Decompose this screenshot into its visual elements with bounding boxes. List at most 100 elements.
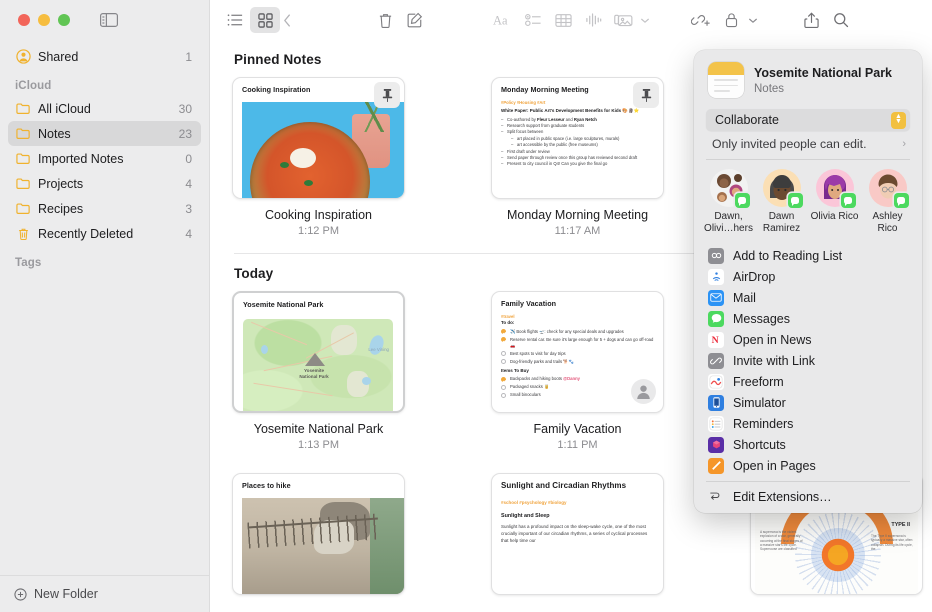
note-body: Sunlight has a profound impact on the sl… [501, 524, 656, 544]
avatar[interactable] [710, 169, 748, 207]
checklist-button[interactable] [518, 7, 548, 33]
checklist-item[interactable]: Best spots to visit for day trips [501, 351, 656, 357]
note-card[interactable]: Family Vacation #travel To do: ✈️ Book f… [491, 291, 664, 413]
checkbox-unchecked[interactable] [501, 359, 506, 364]
back-button[interactable] [280, 7, 294, 33]
note-item-cooking-inspiration[interactable]: Cooking Inspiration [232, 77, 405, 237]
note-label: Yosemite National Park [232, 422, 405, 436]
checkbox-checked[interactable] [501, 337, 506, 342]
map-town-label: Lee Vining [368, 347, 389, 352]
messages-badge-icon [894, 193, 909, 208]
note-item-sunlight-circadian-rhythms[interactable]: Sunlight and Circadian Rhythms #school #… [491, 473, 664, 595]
checklist-label: Packaged snacks 🥫 [510, 384, 549, 390]
gallery-view-button[interactable] [250, 7, 280, 33]
avatar[interactable] [763, 169, 801, 207]
sidebar-item-recently-deleted[interactable]: Recently Deleted 4 [8, 221, 201, 246]
note-time: 11:17 AM [491, 225, 664, 237]
share-document-header: Yosemite National Park Notes [694, 62, 922, 109]
checklist-item[interactable]: ✈️ Book flights 🛫: check for any special… [501, 329, 656, 335]
checkbox-checked[interactable] [501, 377, 506, 382]
sidebar-item-recipes[interactable]: Recipes 3 [8, 196, 201, 221]
share-item-mail[interactable]: Mail [694, 287, 922, 308]
share-person[interactable]: Dawn Ramirez [756, 169, 808, 235]
folder-icon [15, 201, 31, 217]
checklist-item[interactable]: Backpacks and hiking boots @Danny [501, 376, 656, 382]
checkbox-unchecked[interactable] [501, 393, 506, 398]
media-button[interactable] [608, 7, 638, 33]
sidebar-item-notes[interactable]: Notes 23 [8, 121, 201, 146]
share-item-freeform[interactable]: Freeform [694, 371, 922, 392]
share-item-open-in-news[interactable]: N Open in News [694, 329, 922, 350]
stepper-icon[interactable]: ▲▼ [891, 112, 906, 129]
poster-column-2: The Type II supernova is typically a mas… [871, 534, 913, 551]
share-item-open-in-pages[interactable]: Open in Pages [694, 455, 922, 476]
share-document-app: Notes [754, 83, 892, 95]
minimize-button[interactable] [38, 14, 50, 26]
shortcuts-icon [708, 437, 724, 453]
share-item-messages[interactable]: Messages [694, 308, 922, 329]
zoom-button[interactable] [58, 14, 70, 26]
note-item-family-vacation[interactable]: Family Vacation #travel To do: ✈️ Book f… [491, 291, 664, 451]
sidebar-toggle-icon[interactable] [100, 13, 118, 27]
note-bullet: Split focus between art placed in public… [507, 129, 656, 148]
share-person-name: Dawn Ramirez [756, 211, 808, 235]
share-item-reminders[interactable]: Reminders [694, 413, 922, 434]
svg-text:Aa: Aa [493, 13, 508, 27]
note-item-monday-morning-meeting[interactable]: Monday Morning Meeting #Policy #Housing … [491, 77, 664, 237]
share-item-airdrop[interactable]: AirDrop [694, 266, 922, 287]
sidebar-item-imported-notes[interactable]: Imported Notes 0 [8, 146, 201, 171]
sidebar-item-shared[interactable]: Shared 1 [8, 44, 201, 69]
checkbox-unchecked[interactable] [501, 351, 506, 356]
sidebar-item-label: Notes [38, 127, 172, 141]
media-chevron-down-icon[interactable] [638, 7, 652, 33]
collaborate-button[interactable] [686, 7, 716, 33]
pin-icon[interactable] [374, 82, 400, 108]
avatar[interactable] [816, 169, 854, 207]
share-permission-label: Only invited people can edit. [712, 137, 867, 151]
audio-button[interactable] [578, 7, 608, 33]
share-item-simulator[interactable]: Simulator [694, 392, 922, 413]
pin-icon[interactable] [633, 82, 659, 108]
share-person[interactable]: Olivia Rico [809, 169, 861, 235]
note-card[interactable]: Yosemite National Park [232, 291, 405, 413]
note-card[interactable]: Cooking Inspiration [232, 77, 405, 199]
note-card[interactable]: Sunlight and Circadian Rhythms #school #… [491, 473, 664, 595]
share-item-shortcuts[interactable]: Shortcuts [694, 434, 922, 455]
window-controls [0, 0, 209, 40]
share-item-invite-with-link[interactable]: Invite with Link [694, 350, 922, 371]
format-button[interactable]: Aa [488, 7, 518, 33]
share-item-label: Add to Reading List [733, 249, 842, 263]
edit-extensions-button[interactable]: Edit Extensions… [694, 485, 922, 509]
note-card[interactable]: Monday Morning Meeting #Policy #Housing … [491, 77, 664, 199]
share-mode-select[interactable]: Collaborate ▲▼ [706, 109, 910, 131]
note-subheading: Items To Buy [501, 368, 656, 375]
checklist-label: Backpacks and hiking boots @Danny [510, 376, 580, 382]
checklist-item[interactable]: Reserve rental car. Be sure it's large e… [501, 337, 656, 350]
share-button[interactable] [796, 7, 826, 33]
note-item-places-to-hike[interactable]: Places to hike [232, 473, 405, 595]
close-button[interactable] [18, 14, 30, 26]
checklist-item[interactable]: Dog-friendly parks and trails 🐕🐾 [501, 359, 656, 365]
lock-chevron-down-icon[interactable] [746, 7, 760, 33]
new-folder-button[interactable]: New Folder [0, 575, 209, 612]
share-person[interactable]: Dawn, Olivi…hers [703, 169, 755, 235]
share-person[interactable]: Ashley Rico [862, 169, 914, 235]
share-permission-row[interactable]: Only invited people can edit. › [706, 131, 910, 157]
search-button[interactable] [826, 7, 856, 33]
checkbox-unchecked[interactable] [501, 385, 506, 390]
delete-note-button[interactable] [370, 7, 400, 33]
note-time: 1:11 PM [491, 439, 664, 451]
avatar[interactable] [869, 169, 907, 207]
note-item-yosemite-national-park[interactable]: Yosemite National Park [232, 291, 405, 451]
checkbox-checked[interactable] [501, 329, 506, 334]
list-view-button[interactable] [220, 7, 250, 33]
compose-note-button[interactable] [400, 7, 430, 33]
sidebar-item-all-icloud[interactable]: All iCloud 30 [8, 96, 201, 121]
table-button[interactable] [548, 7, 578, 33]
sidebar-item-projects[interactable]: Projects 4 [8, 171, 201, 196]
lock-button[interactable] [716, 7, 746, 33]
note-card[interactable]: Places to hike [232, 473, 405, 595]
share-item-add-to-reading-list[interactable]: Add to Reading List [694, 245, 922, 266]
news-icon: N [708, 332, 724, 348]
sidebar-item-count: 4 [185, 227, 194, 241]
